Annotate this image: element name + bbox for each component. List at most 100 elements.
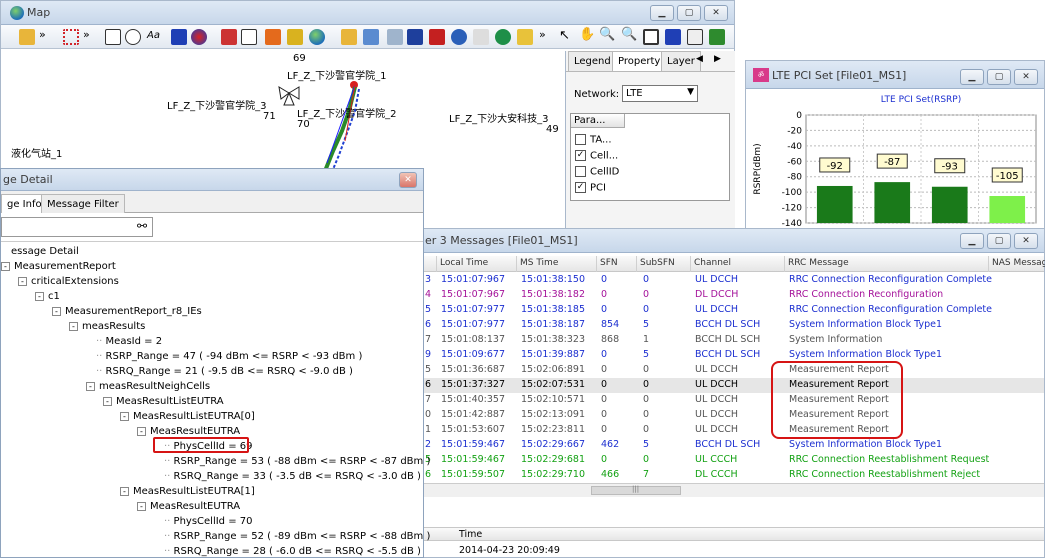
full-extent-icon[interactable] [665,29,681,45]
chart-icon[interactable] [265,29,281,45]
checkbox[interactable] [575,166,586,177]
tree-node[interactable]: - MeasResultListEUTRA[0] [120,411,255,422]
table-row[interactable]: 4 15:01:07:967 15:01:38:182 0 0 DL DCCH RRC Co… [411,288,1044,303]
toolbar-more-icon-2[interactable]: » [83,28,90,41]
tower-icon[interactable] [429,29,445,45]
col-rrc-message[interactable]: RRC Message [785,256,989,272]
tab-layer[interactable]: Layer [661,51,701,71]
ellipse-icon[interactable] [125,29,141,45]
world-icon[interactable] [309,29,325,45]
close-button[interactable]: ✕ [399,172,417,188]
collapse-icon[interactable]: - [137,426,146,436]
tree-node[interactable]: ·· RSRQ_Range = 33 ( -3.5 dB <= RSRQ < -… [164,471,421,482]
sector-icon[interactable] [407,29,423,45]
collapse-icon[interactable]: - [120,486,129,496]
minimize-button[interactable]: ▁ [960,69,984,85]
param-row-ta[interactable]: TA... [575,134,612,146]
cells-icon[interactable] [191,29,207,45]
table-row[interactable]: 5 15:01:36:687 15:02:06:891 0 0 UL DCCH Measur… [411,363,1044,378]
save-icon[interactable] [363,29,379,45]
table-row[interactable]: 3 15:01:07:967 15:01:38:150 0 0 UL DCCH RRC Co… [411,273,1044,288]
tree-node[interactable]: - measResults [69,321,145,332]
layer-icon[interactable] [171,29,187,45]
tree-node[interactable]: ·· RSRP_Range = 47 ( -94 dBm <= RSRP < -… [96,351,362,362]
close-button[interactable]: ✕ [1014,233,1038,249]
collapse-icon[interactable]: - [86,381,95,391]
bottom-col-time[interactable]: Time [459,529,482,540]
toolbar-more-icon-3[interactable]: » [539,28,546,41]
tree-node[interactable]: - MeasurementReport_r8_IEs [52,306,202,317]
scroll-thumb[interactable]: ||| [591,485,681,495]
signal-icon[interactable] [451,29,467,45]
checkbox[interactable] [575,134,586,145]
tab-scroll-left-icon[interactable]: ◀ [696,54,703,64]
table-icon[interactable] [241,29,257,45]
tab-scroll-right-icon[interactable]: ▶ [714,54,721,64]
col-nas-message[interactable]: NAS Message [989,256,1045,272]
tree-node[interactable]: ·· RSRP_Range = 53 ( -88 dBm <= RSRP < -… [164,456,430,467]
tree-node[interactable]: essage Detail [11,246,79,257]
table-row[interactable]: 9 15:01:09:677 15:01:39:887 0 5 BCCH DL SCH Sy… [411,348,1044,363]
tree-node[interactable]: - MeasResultEUTRA [137,426,240,437]
param-row-pci[interactable]: ✓ PCI [575,182,606,194]
l3-hscrollbar[interactable]: ||| [411,483,1044,497]
export-icon[interactable] [709,29,725,45]
table-row[interactable]: 5 15:01:07:977 15:01:38:185 0 0 UL DCCH RRC Co… [411,303,1044,318]
maximize-button[interactable]: ▢ [677,5,701,21]
close-button[interactable]: ✕ [1014,69,1038,85]
col-sfn[interactable]: SFN [597,256,637,272]
l3-titlebar[interactable]: er 3 Messages [File01_MS1] ▁ ▢ ✕ [411,229,1044,253]
tab-legend[interactable]: Legend [568,51,617,71]
params-header[interactable]: Para... [571,114,625,128]
table-row[interactable]: 6 15:01:59:507 15:02:29:710 466 7 DL CCCH RRC … [411,468,1044,483]
collapse-icon[interactable]: - [35,291,44,301]
site-icon[interactable] [221,29,237,45]
collapse-icon[interactable]: - [103,396,112,406]
tree-node[interactable]: - MeasResultListEUTRA [103,396,224,407]
table-row[interactable]: 6 15:01:37:327 15:02:07:531 0 0 UL DCCH Measur… [411,378,1044,393]
col-local-time[interactable]: Local Time [437,256,517,272]
tree-node[interactable]: ·· PhysCellId = 70 [164,516,253,527]
table-row[interactable]: 1 15:01:53:607 15:02:23:811 0 0 UL DCCH Measur… [411,423,1044,438]
tree-node[interactable]: ·· RSRQ_Range = 28 ( -6.0 dB <= RSRQ < -… [164,546,421,557]
checkbox[interactable]: ✓ [575,182,586,193]
param-row-cell[interactable]: ✓ Cell... [575,150,618,162]
tree-node[interactable]: - MeasResultEUTRA [137,501,240,512]
table-row[interactable]: 0 15:01:42:887 15:02:13:091 0 0 UL DCCH Measur… [411,408,1044,423]
globe-tool-icon[interactable] [495,29,511,45]
route-icon[interactable] [473,29,489,45]
tab-message-filter[interactable]: Message Filter [41,194,125,213]
col-subsfn[interactable]: SubSFN [637,256,691,272]
minimize-button[interactable]: ▁ [960,233,984,249]
tree-node[interactable]: - criticalExtensions [18,276,119,287]
pan-icon[interactable]: ✋ [579,27,595,42]
toolbar-more-icon[interactable]: » [39,28,46,41]
pointer-icon[interactable]: ↖ [559,28,570,43]
open-icon[interactable] [19,29,35,45]
collapse-icon[interactable]: - [1,261,10,271]
minimize-button[interactable]: ▁ [650,5,674,21]
table-row[interactable]: 7 15:01:08:137 15:01:38:323 868 1 BCCH DL SCH… [411,333,1044,348]
tree-node[interactable]: - MeasResultListEUTRA[1] [120,486,255,497]
text-tool-icon[interactable]: Aa [147,30,160,41]
maximize-button[interactable]: ▢ [987,69,1011,85]
tab-property[interactable]: Property [612,51,667,71]
table-row[interactable]: 5 15:01:59:467 15:02:29:681 0 0 UL CCCH RRC Co… [411,453,1044,468]
col-channel[interactable]: Channel [691,256,785,272]
rectangle-icon[interactable] [105,29,121,45]
tree-node[interactable]: - measResultNeighCells [86,381,210,392]
tree-node[interactable]: ·· RSRP_Range = 52 ( -89 dBm <= RSRP < -… [164,531,430,542]
network-select[interactable]: LTE ▼ [622,85,698,102]
antenna-icon[interactable] [387,29,403,45]
detail-search-input[interactable] [1,217,153,237]
collapse-icon[interactable]: - [120,411,129,421]
map-titlebar[interactable]: Map ▁ ▢ ✕ [1,1,734,25]
binoculars-icon[interactable]: ⚯ [137,219,147,233]
pencil-icon[interactable] [517,29,533,45]
grid-icon[interactable] [687,29,703,45]
tree-node[interactable]: ·· MeasId = 2 [96,336,162,347]
col-ms-time[interactable]: MS Time [517,256,597,272]
close-button[interactable]: ✕ [704,5,728,21]
fit-icon[interactable] [643,29,659,45]
ruler-icon[interactable] [287,29,303,45]
